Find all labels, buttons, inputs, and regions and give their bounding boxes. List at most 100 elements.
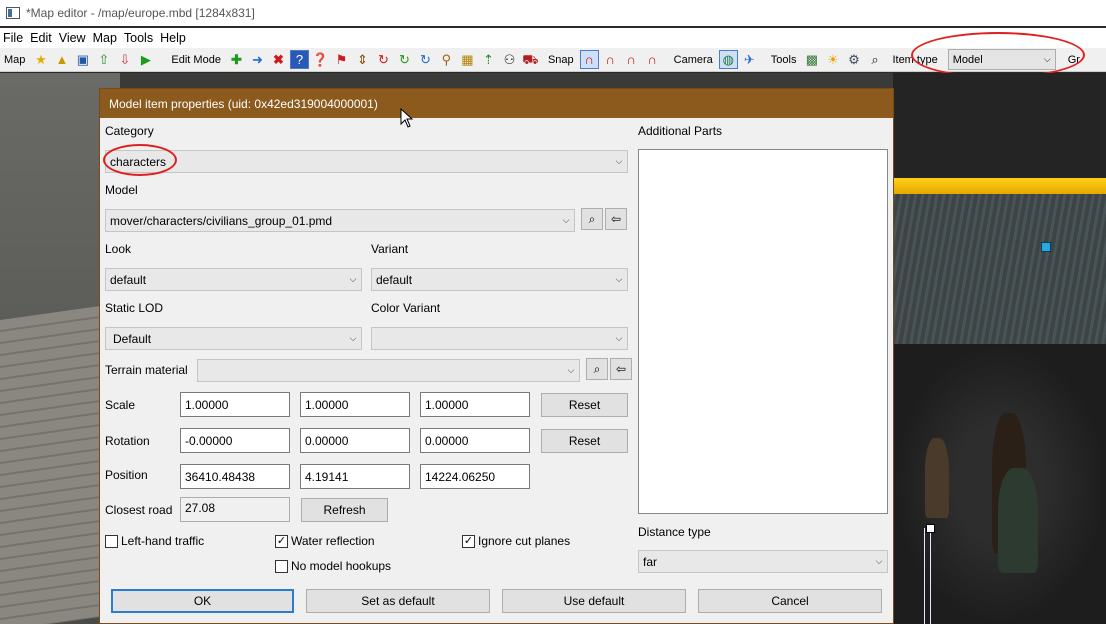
bird-icon[interactable]: ✈ [740, 50, 759, 69]
chevron-down-icon: ⌵ [615, 274, 623, 284]
model-use-selected-button[interactable]: ⇦ [605, 208, 627, 230]
closest-road-value: 27.08 [180, 497, 290, 522]
scale-reset-button[interactable]: Reset [541, 393, 628, 417]
scale-z-input[interactable]: 1.00000 [420, 392, 530, 417]
ok-button[interactable]: OK [111, 589, 294, 613]
model-label: Model [105, 183, 138, 197]
snap-magnet-grid-icon[interactable]: ∩ [643, 50, 662, 69]
help-icon[interactable]: ❓ [311, 50, 330, 69]
menu-map[interactable]: Map [93, 31, 124, 45]
star-icon[interactable]: ★ [31, 50, 50, 69]
open-map-icon[interactable]: ▲ [52, 50, 71, 69]
model-select[interactable]: mover/characters/civilians_group_01.pmd … [105, 209, 575, 232]
dialog-titlebar[interactable]: Model item properties (uid: 0x42ed319004… [100, 89, 893, 118]
category-label: Category [105, 124, 154, 138]
rotation-y-input[interactable]: 0.00000 [300, 428, 410, 453]
scale-x-input[interactable]: 1.00000 [180, 392, 290, 417]
position-z-input[interactable]: 14224.06250 [420, 464, 530, 489]
stamp-icon[interactable]: ⚲ [437, 50, 456, 69]
rotate-z-icon[interactable]: ↻ [416, 50, 435, 69]
mouse-cursor-icon [400, 108, 414, 128]
terrain-icon[interactable]: ⇡ [479, 50, 498, 69]
closest-road-label: Closest road [105, 503, 173, 517]
delete-icon[interactable]: ✖ [269, 50, 288, 69]
checkbox-box [105, 534, 118, 548]
vehicle-icon[interactable]: ⛟ [521, 50, 540, 69]
snap-magnet-icon[interactable]: ∩ [579, 50, 599, 69]
move-icon[interactable]: ➜ [248, 50, 267, 69]
item-type-select[interactable]: Model ⌵ [947, 49, 1056, 70]
model-properties-dialog: Model item properties (uid: 0x42ed319004… [99, 88, 894, 624]
terrain-browse-button[interactable]: ⌕ [586, 358, 608, 380]
menu-edit[interactable]: Edit [30, 31, 59, 45]
dialog-title: Model item properties (uid: 0x42ed319004… [109, 96, 378, 111]
color-variant-select[interactable]: ⌵ [371, 327, 628, 350]
left-hand-traffic-checkbox[interactable]: Left-hand traffic [105, 534, 204, 548]
color-variant-label: Color Variant [371, 301, 441, 315]
toolbar-camera-label: Camera [673, 53, 713, 66]
additional-parts-list[interactable] [638, 149, 888, 514]
rotation-z-input[interactable]: 0.00000 [420, 428, 530, 453]
distance-type-select[interactable]: far ⌵ [638, 550, 888, 573]
snap-magnet-plus-icon[interactable]: ∩ [601, 50, 620, 69]
category-select[interactable]: characters ⌵ [105, 150, 628, 173]
search-icon[interactable]: ⌕ [865, 50, 884, 69]
scene-light-strip [893, 178, 1106, 194]
use-default-button[interactable]: Use default [502, 589, 686, 613]
checkbox-label: Left-hand traffic [121, 534, 205, 548]
menu-tools[interactable]: Tools [124, 31, 160, 45]
ignore-cut-planes-checkbox[interactable]: ✓ Ignore cut planes [462, 534, 570, 548]
position-x-input[interactable]: 36410.48438 [180, 464, 290, 489]
gear-icon[interactable]: ⚙ [844, 50, 863, 69]
globe-icon[interactable]: ◍ [718, 50, 738, 69]
search-icon: ⌕ [588, 211, 596, 226]
static-lod-select[interactable]: Default ⌵ [105, 327, 362, 350]
model-browse-button[interactable]: ⌕ [581, 208, 603, 230]
set-as-default-button[interactable]: Set as default [306, 589, 490, 613]
terrain-use-selected-button[interactable]: ⇦ [610, 358, 632, 380]
play-icon[interactable]: ▶ [136, 50, 155, 69]
rotate-y-icon[interactable]: ↻ [395, 50, 414, 69]
app-icon [6, 7, 20, 19]
camera-film-icon[interactable]: ⚇ [500, 50, 519, 69]
snap-magnet-node-icon[interactable]: ∩ [622, 50, 641, 69]
refresh-button[interactable]: Refresh [301, 498, 388, 522]
cancel-button[interactable]: Cancel [698, 589, 882, 613]
palette-icon[interactable]: ▩ [802, 50, 821, 69]
height-icon[interactable]: ⇕ [353, 50, 372, 69]
save-icon[interactable]: ▣ [73, 50, 92, 69]
no-model-hookups-checkbox[interactable]: No model hookups [275, 559, 391, 573]
upload-icon[interactable]: ⇧ [94, 50, 113, 69]
scale-label: Scale [105, 398, 136, 412]
window-title: *Map editor - /map/europe.mbd [1284x831] [26, 6, 255, 20]
scene-building [893, 73, 1106, 183]
properties-icon[interactable]: ? [289, 50, 309, 69]
search-icon: ⌕ [593, 361, 601, 376]
add-icon[interactable]: ✚ [227, 50, 246, 69]
download-icon[interactable]: ⇩ [115, 50, 134, 69]
toolbar-overflow-label: Gr [1067, 53, 1080, 66]
variant-value: default [376, 272, 413, 287]
menu-help[interactable]: Help [160, 31, 193, 45]
look-select[interactable]: default ⌵ [105, 268, 362, 291]
menubar: File Edit View Map Tools Help [0, 28, 1106, 48]
menu-view[interactable]: View [59, 31, 93, 45]
checkmark-icon: ✓ [462, 534, 475, 548]
flag-icon[interactable]: ⚑ [332, 50, 351, 69]
water-reflection-checkbox[interactable]: ✓ Water reflection [275, 534, 375, 548]
terrain-material-select[interactable]: ⌵ [197, 359, 580, 382]
sun-icon[interactable]: ☀ [823, 50, 842, 69]
variant-select[interactable]: default ⌵ [371, 268, 628, 291]
scene-line [930, 528, 931, 624]
ruler-icon[interactable]: ▦ [458, 50, 477, 69]
main-toolbar: Map ★ ▲ ▣ ⇧ ⇩ ▶ Edit Mode ✚ ➜ ✖ ? ❓ ⚑ ⇕ … [0, 48, 1106, 72]
position-y-input[interactable]: 4.19141 [300, 464, 410, 489]
scale-y-input[interactable]: 1.00000 [300, 392, 410, 417]
menu-file[interactable]: File [3, 31, 30, 45]
rotation-x-input[interactable]: -0.00000 [180, 428, 290, 453]
rotate-x-icon[interactable]: ↻ [374, 50, 393, 69]
rotation-reset-button[interactable]: Reset [541, 429, 628, 453]
node-marker[interactable] [926, 524, 935, 533]
node-marker[interactable] [1041, 242, 1051, 252]
category-value: characters [110, 154, 167, 169]
